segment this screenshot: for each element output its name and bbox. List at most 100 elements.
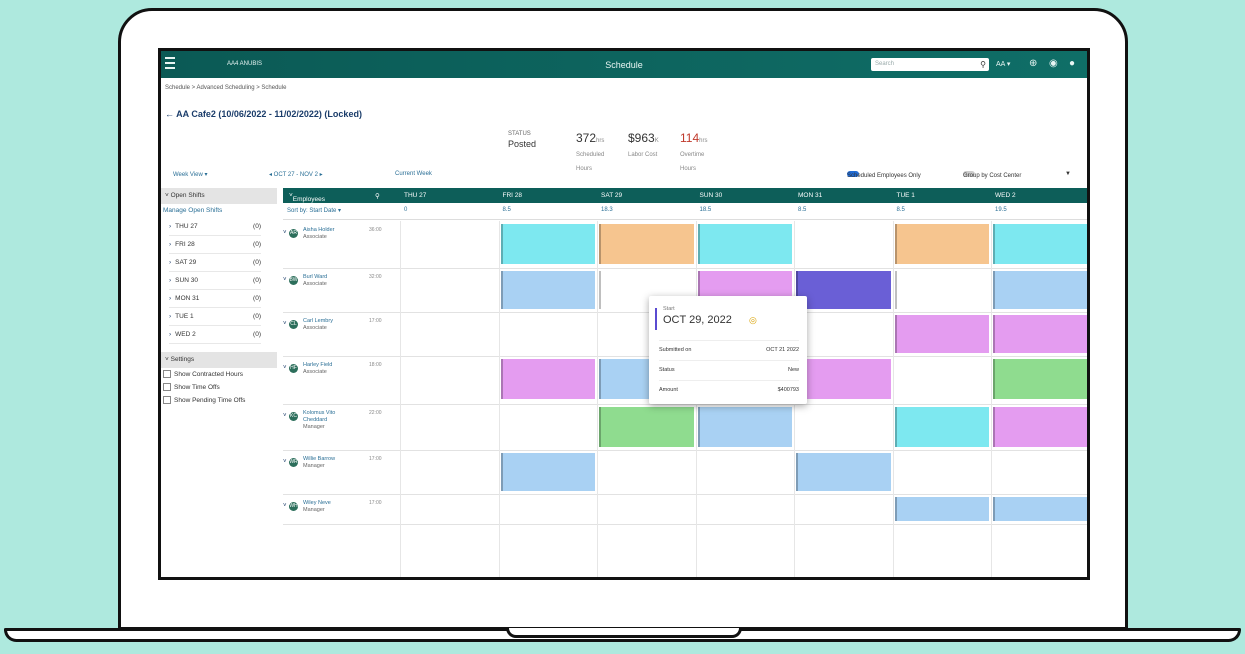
chevron-right-icon[interactable]: › [169, 295, 171, 302]
shift-block[interactable] [500, 359, 595, 399]
chevron-down-icon[interactable]: ˅ [283, 277, 287, 283]
shift-block[interactable] [500, 453, 595, 491]
shift-block[interactable] [796, 271, 891, 309]
avatar[interactable]: WR [289, 458, 298, 467]
search-input[interactable]: Search ⚲ [871, 58, 989, 71]
shift-block[interactable] [894, 407, 989, 447]
chevron-down-icon[interactable]: ˅ [283, 230, 287, 236]
open-shift-day[interactable]: › SAT 29 (0) [169, 254, 261, 272]
time-offs-checkbox[interactable]: Show Time Offs [161, 381, 277, 394]
employee-name[interactable]: Willie Barrow [303, 456, 335, 462]
chevron-right-icon[interactable]: › [169, 241, 171, 248]
shift-block[interactable] [993, 224, 1087, 264]
open-shifts-header[interactable]: ˅ Open Shifts [161, 188, 277, 204]
day-header[interactable]: SUN 30 [700, 192, 723, 199]
chevron-down-icon[interactable]: ˅ [283, 321, 287, 327]
help-icon[interactable]: ⊕ [1029, 58, 1037, 69]
day-header[interactable]: SAT 29 [601, 192, 622, 199]
day-header[interactable]: FRI 28 [503, 192, 523, 199]
avatar[interactable]: AR [289, 229, 298, 238]
open-shift-day[interactable]: › SUN 30 (0) [169, 272, 261, 290]
day-header[interactable]: MON 31 [798, 192, 822, 199]
employee-name[interactable]: Wiley Neve [303, 500, 331, 506]
shift-block[interactable] [894, 224, 989, 264]
shift-block[interactable] [599, 407, 694, 447]
employee-name-block[interactable]: Burl Ward Associate [303, 274, 355, 288]
settings-header[interactable]: ˅ Settings [161, 352, 277, 368]
employee-name-block[interactable]: Wiley Neve Manager [303, 500, 355, 514]
shift-details-popup[interactable]: Start OCT 29, 2022 ◎ Submitted on OCT 21 … [649, 296, 807, 404]
avatar[interactable]: WH [289, 502, 298, 511]
scheduled-only-toggle[interactable]: Scheduled Employees Only [847, 171, 921, 179]
back-arrow-icon[interactable]: ← [165, 109, 176, 119]
avatar[interactable]: BW [289, 276, 298, 285]
date-range-nav[interactable]: ◂ OCT 27 - NOV 2 ▸ [269, 171, 323, 178]
manage-open-shifts-link[interactable]: Manage Open Shifts [161, 204, 277, 218]
shift-block[interactable] [894, 271, 989, 309]
shift-block[interactable] [500, 224, 595, 264]
open-shift-day-count: (0) [253, 223, 261, 230]
search-employee-icon[interactable]: ⚲ [375, 192, 380, 200]
employee-name[interactable]: Harley Field [303, 362, 332, 368]
search-icon[interactable]: ⚲ [980, 58, 986, 71]
open-shift-day[interactable]: › WED 2 (0) [169, 326, 261, 344]
employee-role: Associate [303, 234, 327, 240]
chevron-right-icon[interactable]: › [169, 223, 171, 230]
employees-header[interactable]: ˅ Employees [289, 192, 325, 203]
chevron-right-icon[interactable]: › [169, 259, 171, 266]
shift-block[interactable] [796, 453, 891, 491]
shift-block[interactable] [894, 497, 989, 521]
chevron-down-icon[interactable]: ˅ [283, 459, 287, 465]
day-header[interactable]: TUE 1 [897, 192, 915, 199]
open-shift-day[interactable]: › FRI 28 (0) [169, 236, 261, 254]
open-shift-day[interactable]: › THU 27 (0) [169, 218, 261, 236]
shift-block[interactable] [697, 224, 792, 264]
filter-icon[interactable]: ▼ [1065, 171, 1071, 177]
open-shift-day[interactable]: › MON 31 (0) [169, 290, 261, 308]
avatar[interactable]: KC [289, 412, 298, 421]
current-week-link[interactable]: Current Week [395, 171, 432, 177]
shift-block[interactable] [894, 315, 989, 353]
chevron-down-icon[interactable]: ˅ [283, 413, 287, 419]
shift-block[interactable] [993, 271, 1087, 309]
chevron-right-icon[interactable]: › [169, 313, 171, 320]
profile-icon[interactable]: ● [1069, 58, 1075, 69]
chevron-down-icon[interactable]: ˅ [283, 503, 287, 509]
day-total-hours: 8.5 [502, 207, 511, 213]
chevron-right-icon[interactable]: › [169, 277, 171, 284]
open-shift-day[interactable]: › TUE 1 (0) [169, 308, 261, 326]
avatar[interactable]: HF [289, 364, 298, 373]
chevron-right-icon[interactable]: › [169, 331, 171, 338]
shift-block[interactable] [599, 224, 694, 264]
employee-name-block[interactable]: Harley Field Associate [303, 362, 355, 376]
day-total-hours: 18.3 [601, 207, 613, 213]
notification-icon[interactable]: ◉ [1049, 58, 1058, 69]
shift-block[interactable] [993, 407, 1087, 447]
employee-name-block[interactable]: Aisha Holder Associate [303, 227, 355, 241]
sort-select[interactable]: Sort by: Start Date ▾ [287, 207, 341, 214]
view-select[interactable]: Week View ▾ [173, 171, 207, 178]
employee-name[interactable]: Burl Ward [303, 274, 327, 280]
shift-block[interactable] [500, 271, 595, 309]
employee-name[interactable]: Kolomus Vito Cheddard [303, 410, 335, 423]
shift-block[interactable] [796, 359, 891, 399]
chevron-down-icon[interactable]: ˅ [283, 365, 287, 371]
employee-name-block[interactable]: Kolomus Vito Cheddard Manager [303, 410, 355, 431]
employee-name[interactable]: Carl Lembry [303, 318, 333, 324]
user-menu[interactable]: AA ▾ [996, 60, 1010, 68]
shift-block[interactable] [993, 359, 1087, 399]
employee-name[interactable]: Aisha Holder [303, 227, 335, 233]
avatar[interactable]: CL [289, 320, 298, 329]
employee-role: Associate [303, 369, 327, 375]
shift-block[interactable] [697, 407, 792, 447]
pending-time-offs-checkbox[interactable]: Show Pending Time Offs [161, 394, 277, 407]
group-by-toggle[interactable]: Group by Cost Center [963, 171, 1021, 179]
shift-block[interactable] [993, 497, 1087, 521]
employee-name-block[interactable]: Carl Lembry Associate [303, 318, 355, 332]
contracted-hours-checkbox[interactable]: Show Contracted Hours [161, 368, 277, 381]
day-header[interactable]: WED 2 [995, 192, 1016, 199]
day-header[interactable]: THU 27 [404, 192, 426, 199]
shift-block[interactable] [993, 315, 1087, 353]
breadcrumb[interactable]: Schedule > Advanced Scheduling > Schedul… [165, 85, 286, 91]
employee-name-block[interactable]: Willie Barrow Manager [303, 456, 355, 470]
